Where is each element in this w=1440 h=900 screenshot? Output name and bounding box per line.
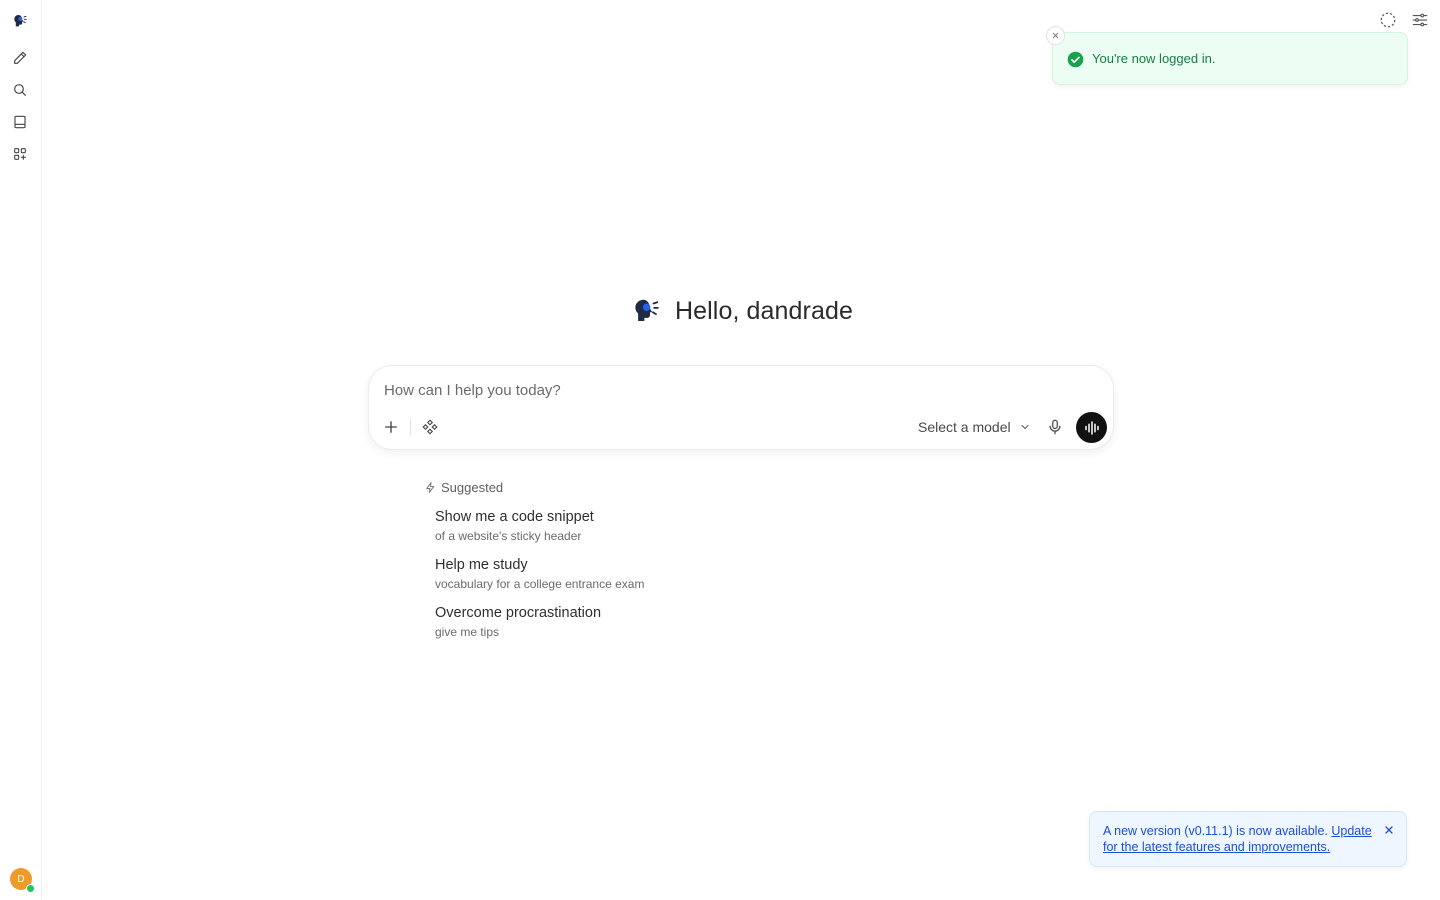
prompt-input[interactable] <box>382 378 1086 402</box>
lightning-icon <box>426 482 435 493</box>
sidebar: D <box>0 0 42 900</box>
voice-waveform-icon <box>1084 420 1099 435</box>
workspace-icon[interactable] <box>8 142 32 166</box>
update-banner: A new version (v0.11.1) is now available… <box>1089 811 1407 867</box>
toast-message: You're now logged in. <box>1092 51 1216 66</box>
suggestion-item-study[interactable]: Help me study vocabulary for a college e… <box>435 556 644 592</box>
microphone-icon <box>1049 419 1061 435</box>
online-status-dot <box>26 884 35 893</box>
suggested-header: Suggested <box>424 480 503 495</box>
update-text: A new version (v0.11.1) is now available… <box>1103 823 1373 855</box>
suggestion-item-code-snippet[interactable]: Show me a code snippet of a website's st… <box>435 508 594 544</box>
check-circle-icon <box>1067 51 1084 68</box>
integrations-icon <box>422 419 438 435</box>
user-avatar-button[interactable]: D <box>10 868 35 893</box>
chat-input-card: Select a model <box>368 365 1114 450</box>
model-select[interactable]: Select a model <box>918 417 1031 437</box>
new-chat-icon[interactable] <box>8 46 32 70</box>
add-attachment-button[interactable] <box>381 417 401 437</box>
chevron-down-icon <box>1021 425 1029 430</box>
model-select-label: Select a model <box>918 419 1011 435</box>
greeting: Hello, dandrade <box>0 296 1440 326</box>
toast-close-button[interactable] <box>1046 26 1065 45</box>
suggestion-title: Show me a code snippet <box>435 509 594 525</box>
suggestion-subtitle: vocabulary for a college entrance exam <box>435 577 645 591</box>
integrations-button[interactable] <box>420 417 440 437</box>
notes-icon[interactable] <box>8 110 32 134</box>
voice-mode-button[interactable] <box>1076 412 1107 443</box>
suggestion-item-procrastination[interactable]: Overcome procrastination give me tips <box>435 604 601 640</box>
controls-icon[interactable] <box>1411 11 1429 29</box>
suggested-label: Suggested <box>441 480 504 495</box>
update-message: A new version (v0.11.1) is now available… <box>1103 824 1328 838</box>
suggestion-title: Overcome procrastination <box>435 605 602 621</box>
login-toast: You're now logged in. <box>1052 32 1408 85</box>
temporary-chat-icon[interactable] <box>1379 11 1397 29</box>
greeting-text: Hello, dandrade <box>674 296 853 325</box>
suggestion-subtitle: give me tips <box>435 625 500 639</box>
input-divider <box>410 419 411 435</box>
suggestion-subtitle: of a website's sticky header <box>435 529 582 543</box>
close-icon[interactable] <box>1383 824 1395 836</box>
close-icon <box>1052 32 1059 39</box>
plus-icon <box>385 421 397 433</box>
search-icon[interactable] <box>8 78 32 102</box>
model-logo-icon <box>635 299 659 321</box>
suggestion-title: Help me study <box>435 557 528 573</box>
dictate-button[interactable] <box>1045 417 1065 437</box>
app-logo-icon[interactable] <box>8 9 32 33</box>
